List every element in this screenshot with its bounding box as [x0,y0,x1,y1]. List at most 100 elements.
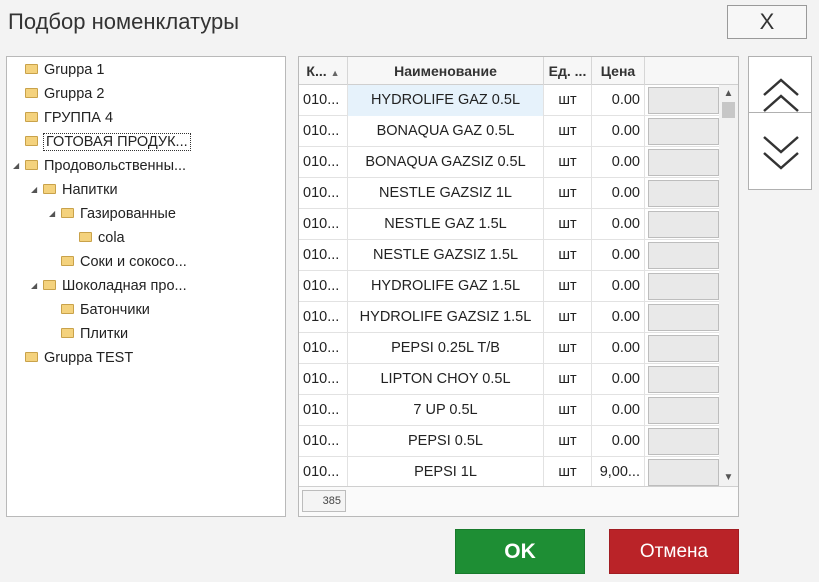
cell-code: 010... [299,457,348,488]
table-row[interactable]: 010... NESTLE GAZSIZ 1.5L шт 0.00 [299,240,719,271]
folder-icon [61,256,74,267]
table-row[interactable]: 010... HYDROLIFE GAZ 0.5L шт 0.00 [299,85,719,116]
table-row[interactable]: 010... PEPSI 1L шт 9,00... [299,457,719,488]
tree-item[interactable]: ◢ Продовольственны... [13,155,186,177]
cell-name: HYDROLIFE GAZ 1.5L [348,271,544,302]
cell-name: NESTLE GAZSIZ 1L [348,178,544,209]
tree-item-label: Батончики [80,302,150,319]
table-row[interactable]: 010... PEPSI 0.5L шт 0.00 [299,426,719,457]
cell-price: 0.00 [592,240,645,271]
row-select-button[interactable] [648,273,719,300]
category-tree[interactable]: Gruppa 1 Gruppa 2 ГРУППА 4 ГОТОВАЯ ПРОДУК..… [6,56,286,517]
tree-item[interactable]: Батончики [49,299,150,321]
folder-icon [25,88,38,99]
grid-header: К... ▲ Наименование Ед. ... Цена [299,57,738,85]
cell-code: 010... [299,395,348,426]
cell-code: 010... [299,147,348,178]
scroll-up-arrow-icon[interactable]: ▲ [719,85,738,102]
items-grid: К... ▲ Наименование Ед. ... Цена 010... HY… [298,56,739,517]
ok-button[interactable]: OK [455,529,585,574]
cell-price: 0.00 [592,209,645,240]
row-select-button[interactable] [648,87,719,114]
cell-name: PEPSI 0.5L [348,426,544,457]
scroll-down-arrow-icon[interactable]: ▼ [719,469,738,486]
cell-unit: шт [544,302,592,333]
page-down-button[interactable] [748,112,812,190]
cell-action [645,395,719,426]
cell-code: 010... [299,426,348,457]
table-row[interactable]: 010... 7 UP 0.5L шт 0.00 [299,395,719,426]
folder-icon [43,184,56,195]
tree-item[interactable]: ГРУППА 4 [13,107,113,129]
cell-action [645,333,719,364]
tree-item[interactable]: ГОТОВАЯ ПРОДУК... [13,131,191,153]
tree-item[interactable]: ◢ Шоколадная про... [31,275,187,297]
cell-unit: шт [544,116,592,147]
tree-item-label: ГОТОВАЯ ПРОДУК... [43,133,191,152]
cell-price: 0.00 [592,147,645,178]
row-select-button[interactable] [648,242,719,269]
expand-arrow-icon[interactable]: ◢ [49,203,61,225]
column-header-code[interactable]: К... ▲ [299,57,348,85]
tree-item[interactable]: Соки и сокосо... [49,251,187,273]
folder-icon [25,160,38,171]
table-row[interactable]: 010... LIPTON CHOY 0.5L шт 0.00 [299,364,719,395]
row-select-button[interactable] [648,335,719,362]
scrollbar-thumb[interactable] [722,102,735,118]
cell-code: 010... [299,240,348,271]
folder-icon [79,232,92,243]
table-row[interactable]: 010... HYDROLIFE GAZ 1.5L шт 0.00 [299,271,719,302]
close-button[interactable]: X [727,5,807,39]
cell-code: 010... [299,271,348,302]
cell-code: 010... [299,116,348,147]
tree-item[interactable]: Gruppa 2 [13,83,104,105]
cell-code: 010... [299,333,348,364]
cell-price: 0.00 [592,271,645,302]
column-header-name[interactable]: Наименование [348,57,544,85]
cell-price: 9,00... [592,457,645,488]
cell-price: 0.00 [592,395,645,426]
tree-item-label: Соки и сокосо... [80,254,187,271]
tree-item[interactable]: Gruppa TEST [13,347,133,369]
folder-icon [61,328,74,339]
row-select-button[interactable] [648,118,719,145]
row-select-button[interactable] [648,180,719,207]
row-select-button[interactable] [648,211,719,238]
folder-icon [25,136,38,147]
cancel-button[interactable]: Отмена [609,529,739,574]
table-row[interactable]: 010... BONAQUA GAZ 0.5L шт 0.00 [299,116,719,147]
row-select-button[interactable] [648,366,719,393]
cell-unit: шт [544,457,592,488]
tree-item[interactable]: ◢ Напитки [31,179,118,201]
cell-name: HYDROLIFE GAZSIZ 1.5L [348,302,544,333]
tree-item-label: Плитки [80,326,129,343]
table-row[interactable]: 010... BONAQUA GAZSIZ 0.5L шт 0.00 [299,147,719,178]
cell-price: 0.00 [592,302,645,333]
cell-price: 0.00 [592,333,645,364]
table-row[interactable]: 010... NESTLE GAZ 1.5L шт 0.00 [299,209,719,240]
vertical-scrollbar[interactable]: ▲ ▼ [719,85,738,486]
cell-code: 010... [299,209,348,240]
tree-item[interactable]: ◢ Газированные [49,203,176,225]
row-select-button[interactable] [648,428,719,455]
row-select-button[interactable] [648,459,719,486]
row-select-button[interactable] [648,304,719,331]
table-row[interactable]: 010... PEPSI 0.25L T/B шт 0.00 [299,333,719,364]
tree-item-label: Газированные [80,206,176,223]
expand-arrow-icon[interactable]: ◢ [31,179,43,201]
tree-item-label: ГРУППА 4 [44,110,114,127]
cell-unit: шт [544,395,592,426]
expand-arrow-icon[interactable]: ◢ [13,155,25,177]
cell-code: 010... [299,364,348,395]
folder-icon [25,112,38,123]
tree-item[interactable]: cola [67,227,125,249]
expand-arrow-icon[interactable]: ◢ [31,275,43,297]
tree-item[interactable]: Gruppa 1 [13,59,104,81]
table-row[interactable]: 010... HYDROLIFE GAZSIZ 1.5L шт 0.00 [299,302,719,333]
row-select-button[interactable] [648,149,719,176]
table-row[interactable]: 010... NESTLE GAZSIZ 1L шт 0.00 [299,178,719,209]
row-select-button[interactable] [648,397,719,424]
tree-item[interactable]: Плитки [49,323,128,345]
column-header-price[interactable]: Цена [592,57,645,85]
column-header-unit[interactable]: Ед. ... [544,57,592,85]
